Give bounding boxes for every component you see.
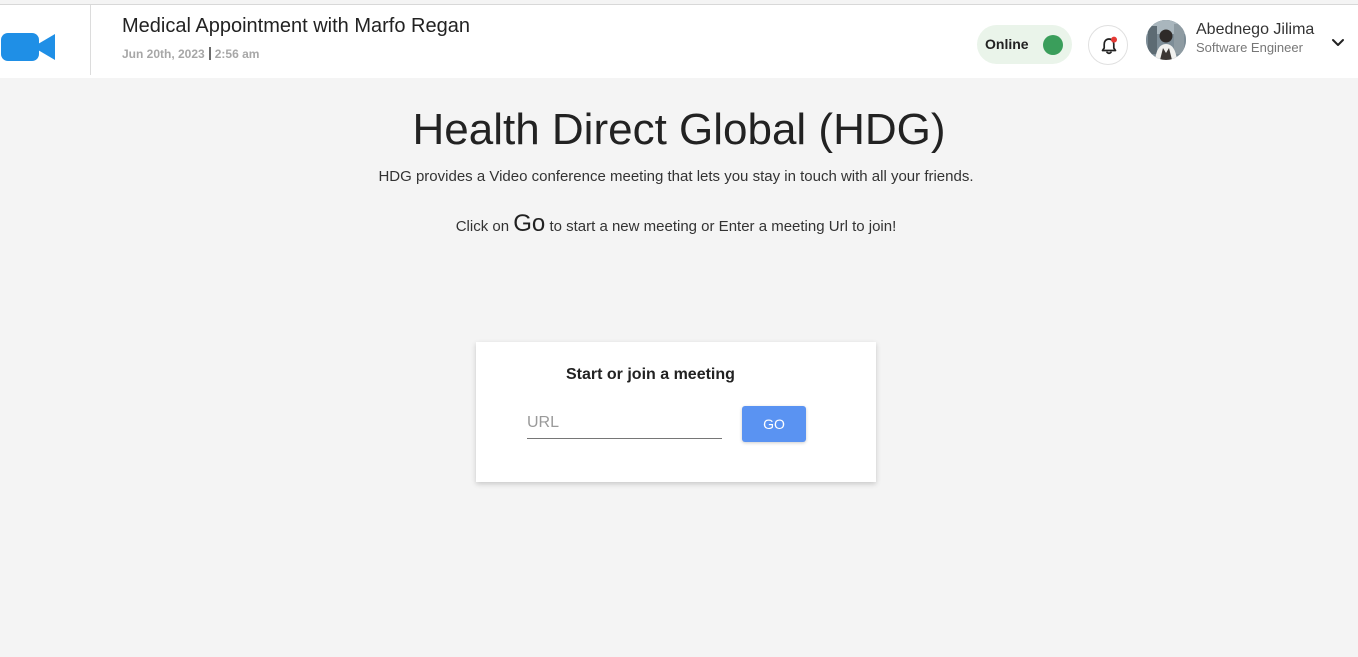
meeting-card-title: Start or join a meeting [566,366,735,383]
instructions: Click on Go to start a new meeting or En… [0,210,1352,238]
video-camera-icon[interactable] [0,31,56,63]
meeting-datetime: Jun 20th, 2023 2:56 am [122,47,259,61]
user-role: Software Engineer [1196,40,1303,55]
page-subtitle: HDG provides a Video conference meeting … [378,168,974,185]
instruction-suffix: to start a new meeting or Enter a meetin… [549,218,897,235]
meeting-url-input[interactable] [527,408,722,439]
page-title: Health Direct Global (HDG) [412,105,946,154]
meeting-date: Jun 20th, 2023 [122,47,205,61]
go-button[interactable]: GO [742,406,806,442]
header-divider [90,5,91,75]
user-name: Abednego Jilima [1196,21,1315,38]
top-bar: Medical Appointment with Marfo Regan Jun… [0,4,1358,78]
status-label: Online [985,36,1029,52]
notifications-button[interactable] [1088,25,1128,65]
notification-badge [1111,36,1117,43]
meeting-card: Start or join a meeting GO [476,342,876,482]
chevron-down-icon[interactable] [1330,35,1346,51]
meeting-time: 2:56 am [214,47,260,61]
user-photo [1146,20,1186,60]
meeting-title: Medical Appointment with Marfo Regan [122,15,470,37]
bell-icon [1101,36,1117,55]
instruction-prefix: Click on [455,218,510,235]
instruction-go-word: Go [513,210,546,237]
online-status-toggle[interactable]: Online [977,25,1072,64]
avatar[interactable] [1146,20,1186,60]
meta-separator [208,47,211,60]
status-dot-icon [1043,35,1063,55]
